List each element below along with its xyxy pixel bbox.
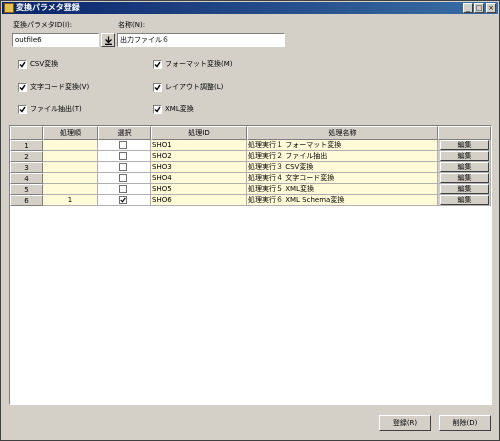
register-button[interactable]: 登録(R) [379, 415, 431, 431]
param-select-button[interactable] [101, 33, 115, 47]
check-icon [19, 84, 26, 91]
minimize-button[interactable]: _ [463, 3, 473, 13]
proc-id-cell: SHO4 [151, 173, 247, 184]
header-edit [438, 126, 491, 140]
row-number[interactable]: 4 [10, 173, 43, 184]
select-cell [98, 151, 151, 162]
table-row[interactable]: 2 SHO2 処理実行２ ファイル抽出 編集 [10, 151, 491, 162]
format-label: フォーマット変換(M) [165, 60, 233, 68]
csv-label: CSV変換 [30, 60, 59, 68]
edit-cell: 編集 [438, 162, 491, 173]
edit-button[interactable]: 編集 [440, 162, 489, 172]
header-proc-id[interactable]: 処理ID [151, 126, 247, 140]
title-bar[interactable]: 変換パラメタ登録 _ □ × [2, 2, 498, 14]
order-cell [43, 184, 98, 195]
select-cell [98, 184, 151, 195]
layout-checkbox[interactable] [153, 83, 162, 92]
row-select-checkbox[interactable] [119, 163, 127, 171]
row-number[interactable]: 6 [10, 195, 43, 206]
order-cell [43, 140, 98, 151]
edit-cell: 編集 [438, 195, 491, 206]
param-id-input[interactable]: outfile6 [12, 33, 99, 47]
edit-cell: 編集 [438, 151, 491, 162]
download-arrow-icon [105, 36, 112, 45]
row-number[interactable]: 5 [10, 184, 43, 195]
edit-cell: 編集 [438, 140, 491, 151]
select-cell [98, 195, 151, 206]
table-row[interactable]: 1 SHO1 処理実行１ フォーマット変換 編集 [10, 140, 491, 151]
row-select-checkbox[interactable] [119, 174, 127, 182]
proc-id-cell: SHO6 [151, 195, 247, 206]
select-cell [98, 173, 151, 184]
proc-id-cell: SHO3 [151, 162, 247, 173]
row-select-checkbox[interactable] [119, 152, 127, 160]
name-input[interactable]: 出力ファイル６ [117, 33, 285, 47]
row-select-checkbox[interactable] [119, 185, 127, 193]
edit-button[interactable]: 編集 [440, 140, 489, 150]
check-icon [154, 84, 161, 91]
layout-label: レイアウト調整(L) [165, 83, 224, 91]
param-id-label: 変換パラメタID(I): [13, 21, 73, 29]
window-title: 変換パラメタ登録 [16, 3, 80, 12]
proc-name-cell: 処理実行１ フォーマット変換 [247, 140, 438, 151]
extract-label: ファイル抽出(T) [30, 105, 82, 113]
proc-name-cell: 処理実行５ XML変換 [247, 184, 438, 195]
proc-name-cell: 処理実行２ ファイル抽出 [247, 151, 438, 162]
xml-checkbox[interactable] [153, 105, 162, 114]
csv-checkbox[interactable] [18, 60, 27, 69]
edit-button[interactable]: 編集 [440, 173, 489, 183]
xml-label: XML変換 [165, 105, 194, 113]
proc-name-cell: 処理実行３ CSV変換 [247, 162, 438, 173]
delete-button[interactable]: 削除(D) [439, 415, 491, 431]
row-number[interactable]: 3 [10, 162, 43, 173]
table-row[interactable]: 5 SHO5 処理実行５ XML変換 編集 [10, 184, 491, 195]
check-icon [154, 61, 161, 68]
charcode-checkbox[interactable] [18, 83, 27, 92]
row-select-checkbox[interactable] [119, 196, 127, 204]
table-row[interactable]: 4 SHO4 処理実行４ 文字コード変換 編集 [10, 173, 491, 184]
header-select[interactable]: 選択 [98, 126, 151, 140]
proc-id-cell: SHO1 [151, 140, 247, 151]
order-cell [43, 173, 98, 184]
proc-id-cell: SHO2 [151, 151, 247, 162]
proc-name-cell: 処理実行６ XML Schema変換 [247, 195, 438, 206]
select-cell [98, 140, 151, 151]
check-icon [19, 106, 26, 113]
edit-button[interactable]: 編集 [440, 151, 489, 161]
window: 変換パラメタ登録 _ □ × 変換パラメタID(I): outfile6 名称(… [0, 0, 500, 441]
header-corner [10, 126, 43, 140]
row-select-checkbox[interactable] [119, 141, 127, 149]
table-row[interactable]: 6 1 SHO6 処理実行６ XML Schema変換 編集 [10, 195, 491, 206]
app-icon [4, 3, 14, 13]
header-proc-name[interactable]: 処理名称 [247, 126, 438, 140]
edit-button[interactable]: 編集 [440, 184, 489, 194]
edit-cell: 編集 [438, 173, 491, 184]
extract-checkbox[interactable] [18, 105, 27, 114]
edit-cell: 編集 [438, 184, 491, 195]
format-checkbox[interactable] [153, 60, 162, 69]
row-number[interactable]: 1 [10, 140, 43, 151]
name-label: 名称(N): [118, 21, 146, 29]
row-number[interactable]: 2 [10, 151, 43, 162]
table-row[interactable]: 3 SHO3 処理実行３ CSV変換 編集 [10, 162, 491, 173]
maximize-button[interactable]: □ [474, 3, 484, 13]
select-cell [98, 162, 151, 173]
order-cell [43, 162, 98, 173]
check-icon [19, 61, 26, 68]
proc-name-cell: 処理実行４ 文字コード変換 [247, 173, 438, 184]
proc-id-cell: SHO5 [151, 184, 247, 195]
process-table: 処理順 選択 処理ID 処理名称 1 SHO1 処理実行１ フォーマット変換 編集 2 S… [9, 125, 492, 405]
order-cell: 1 [43, 195, 98, 206]
check-icon [120, 197, 126, 203]
charcode-label: 文字コード変換(V) [30, 83, 90, 91]
header-order[interactable]: 処理順 [43, 126, 98, 140]
order-cell [43, 151, 98, 162]
close-button[interactable]: × [486, 3, 496, 13]
check-icon [154, 106, 161, 113]
edit-button[interactable]: 編集 [440, 195, 489, 205]
